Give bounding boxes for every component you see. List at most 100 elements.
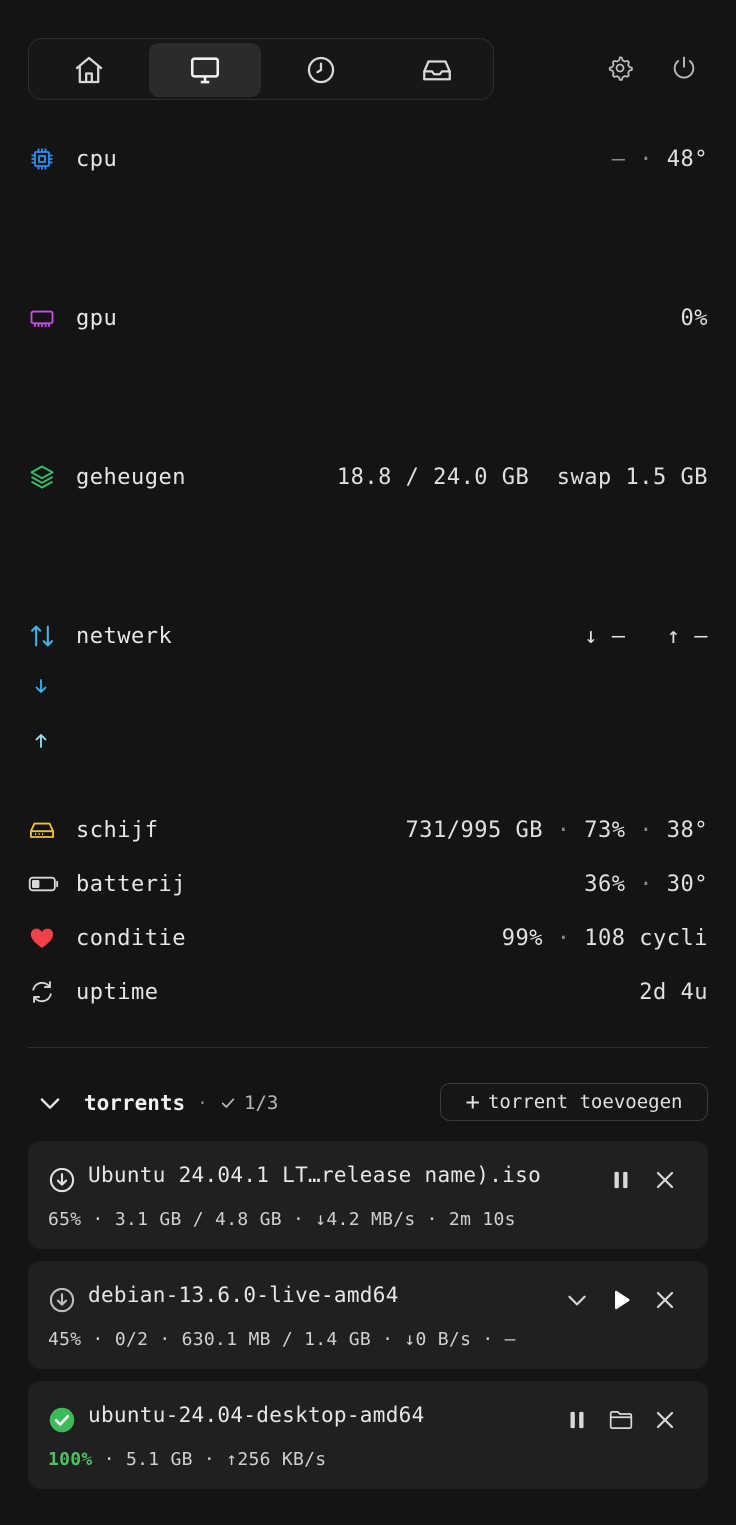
resume-button[interactable] <box>606 1285 636 1315</box>
hard-drive-icon <box>28 814 60 846</box>
download-circle-icon <box>49 1167 75 1193</box>
health-separator: · <box>556 925 571 951</box>
cpu-temp: 48° <box>666 146 708 172</box>
torrents-separator: · <box>197 1092 208 1114</box>
close-icon <box>656 1411 674 1429</box>
clock-icon <box>307 56 335 84</box>
gear-icon <box>608 56 633 81</box>
gpu-label: gpu <box>76 305 118 331</box>
battery-separator: · <box>639 871 653 897</box>
disk-separator-2: · <box>639 817 653 843</box>
download-arrow-icon <box>35 679 47 693</box>
pause-button[interactable] <box>606 1165 636 1195</box>
torrent-meta: 100% · 5.1 GB · ↑256 KB/s <box>48 1449 326 1470</box>
disk-value-row: 731/995 GB · 73% · 38° <box>406 818 708 843</box>
transfer-arrows-icon <box>28 620 60 652</box>
layers-icon <box>28 461 60 493</box>
torrents-title: torrents <box>84 1091 186 1115</box>
torrent-name: Ubuntu 24.04.1 LT…release name).iso <box>88 1163 542 1187</box>
open-folder-button[interactable] <box>606 1405 636 1435</box>
system-monitor-panel: cpu — · 48° gpu 0% geheugen 18.8 / 24.0 … <box>0 0 736 1525</box>
network-label: netwerk <box>76 623 173 649</box>
remove-button[interactable] <box>650 1165 680 1195</box>
network-value: ↓ — ↑ — <box>584 624 708 649</box>
battery-label: batterij <box>76 871 186 897</box>
folder-icon <box>609 1411 633 1429</box>
plus-icon: + <box>465 1088 480 1116</box>
disk-percent: 73% <box>584 817 626 843</box>
pause-button[interactable] <box>562 1405 592 1435</box>
check-circle-icon <box>49 1407 75 1433</box>
network-down: ↓ — <box>584 623 626 649</box>
nav-tabs <box>28 38 494 100</box>
inbox-icon <box>423 60 451 81</box>
metric-memory: geheugen 18.8 / 24.0 GB swap 1.5 GB <box>28 457 708 497</box>
home-icon <box>75 56 103 84</box>
battery-value-row: 36% · 30° <box>584 872 708 897</box>
cpu-separator: · <box>639 146 653 172</box>
health-cycles: 108 cycli <box>584 925 708 951</box>
add-torrent-button[interactable]: + torrent toevoegen <box>440 1083 708 1121</box>
torrents-header: torrents · 1/3 + torrent toevoegen <box>36 1082 708 1124</box>
check-icon <box>221 1098 235 1108</box>
torrent-complete-percent: 100% <box>48 1449 93 1470</box>
power-button[interactable] <box>668 52 700 84</box>
upload-arrow-icon <box>35 734 47 748</box>
expand-button[interactable] <box>562 1285 592 1315</box>
chevron-down-icon[interactable] <box>36 1089 64 1117</box>
torrent-item[interactable]: Ubuntu 24.04.1 LT…release name).iso 65% … <box>28 1141 708 1249</box>
gpu-value: 0% <box>680 305 708 331</box>
memory-swap: swap 1.5 GB <box>556 464 708 490</box>
torrent-name: ubuntu-24.04-desktop-amd64 <box>88 1403 425 1427</box>
gpu-icon <box>28 302 60 334</box>
torrents-count: 1/3 <box>244 1092 279 1114</box>
tab-monitor[interactable] <box>149 43 261 97</box>
pause-icon <box>570 1411 584 1429</box>
torrent-item[interactable]: debian-13.6.0-live-amd64 45% · 0/2 · 630… <box>28 1261 708 1369</box>
memory-value: 18.8 / 24.0 GB swap 1.5 GB <box>337 465 708 490</box>
disk-temp: 38° <box>666 817 708 843</box>
metric-disk: schijf 731/995 GB · 73% · 38° <box>28 810 708 850</box>
uptime-value: 2d 4u <box>639 979 708 1005</box>
cpu-usage: — <box>611 146 626 172</box>
metric-uptime: uptime 2d 4u <box>28 972 708 1012</box>
tab-history[interactable] <box>265 43 377 97</box>
metric-health: conditie 99% · 108 cycli <box>28 918 708 958</box>
cpu-label: cpu <box>76 146 118 172</box>
torrent-item[interactable]: ubuntu-24.04-desktop-amd64 100% · 5.1 GB… <box>28 1381 708 1489</box>
metric-network: netwerk ↓ — ↑ — <box>28 616 708 656</box>
metric-gpu: gpu 0% <box>28 298 708 338</box>
close-icon <box>656 1291 674 1309</box>
torrent-name: debian-13.6.0-live-amd64 <box>88 1283 399 1307</box>
section-divider <box>28 1047 708 1048</box>
memory-label: geheugen <box>76 464 186 490</box>
health-percent: 99% <box>501 925 544 951</box>
battery-icon <box>28 868 60 900</box>
metric-battery: batterij 36% · 30° <box>28 864 708 904</box>
torrent-meta: 65% · 3.1 GB / 4.8 GB · ↓4.2 MB/s · 2m 1… <box>48 1209 516 1230</box>
disk-separator-1: · <box>556 817 571 843</box>
download-circle-icon <box>49 1287 75 1313</box>
cpu-icon <box>28 143 60 175</box>
disk-label: schijf <box>76 817 159 843</box>
remove-button[interactable] <box>650 1405 680 1435</box>
battery-percent: 36% <box>584 871 626 897</box>
refresh-cycle-icon <box>28 976 60 1008</box>
cpu-value: — · 48° <box>612 147 708 172</box>
tab-inbox[interactable] <box>381 43 493 97</box>
health-label: conditie <box>76 925 186 951</box>
metric-cpu: cpu — · 48° <box>28 139 708 179</box>
torrent-meta-rest: · 5.1 GB · ↑256 KB/s <box>92 1449 327 1470</box>
chevron-down-icon <box>568 1295 586 1306</box>
pause-icon <box>614 1171 628 1189</box>
battery-temp: 30° <box>666 871 708 897</box>
play-icon <box>615 1290 630 1310</box>
settings-button[interactable] <box>604 52 636 84</box>
uptime-label: uptime <box>76 979 159 1005</box>
close-icon <box>656 1171 674 1189</box>
tab-home[interactable] <box>33 43 145 97</box>
add-torrent-label: torrent toevoegen <box>487 1091 683 1113</box>
remove-button[interactable] <box>650 1285 680 1315</box>
health-value-row: 99% · 108 cycli <box>502 926 708 951</box>
torrent-meta: 45% · 0/2 · 630.1 MB / 1.4 GB · ↓0 B/s ·… <box>48 1329 516 1350</box>
